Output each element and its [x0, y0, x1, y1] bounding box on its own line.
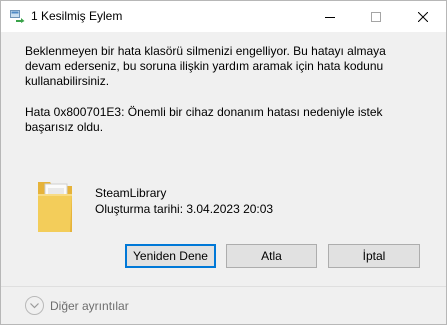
file-name: SteamLibrary [95, 186, 167, 200]
minimize-button[interactable] [307, 1, 353, 32]
close-button[interactable] [400, 1, 446, 32]
dialog-content: Beklenmeyen bir hata klasörü silmenizi e… [1, 32, 446, 286]
skip-button[interactable]: Atla [226, 244, 317, 268]
close-icon [418, 11, 428, 22]
error-description: Beklenmeyen bir hata klasörü silmenizi e… [25, 44, 386, 88]
maximize-button[interactable] [353, 1, 399, 32]
minimize-icon [325, 16, 335, 18]
window-title: 1 Kesilmiş Eylem [31, 9, 123, 23]
file-move-icon [10, 10, 25, 23]
chevron-down-icon[interactable] [25, 296, 44, 315]
retry-button[interactable]: Yeniden Dene [125, 244, 216, 268]
error-code-message: Hata 0x800701E3: Önemli bir cihaz donanı… [25, 105, 383, 134]
file-created-date: Oluşturma tarihi: 3.04.2023 20:03 [95, 202, 274, 216]
maximize-icon [371, 11, 381, 22]
more-details-toggle[interactable]: Diğer ayrıntılar [50, 299, 129, 313]
folder-icon [36, 172, 76, 236]
cancel-button[interactable]: İptal [328, 244, 420, 268]
dialog-footer: Diğer ayrıntılar [1, 286, 446, 324]
title-bar[interactable]: 1 Kesilmiş Eylem [1, 1, 446, 32]
error-dialog-window: 1 Kesilmiş Eylem Beklenmeyen bir hata kl… [0, 0, 447, 325]
